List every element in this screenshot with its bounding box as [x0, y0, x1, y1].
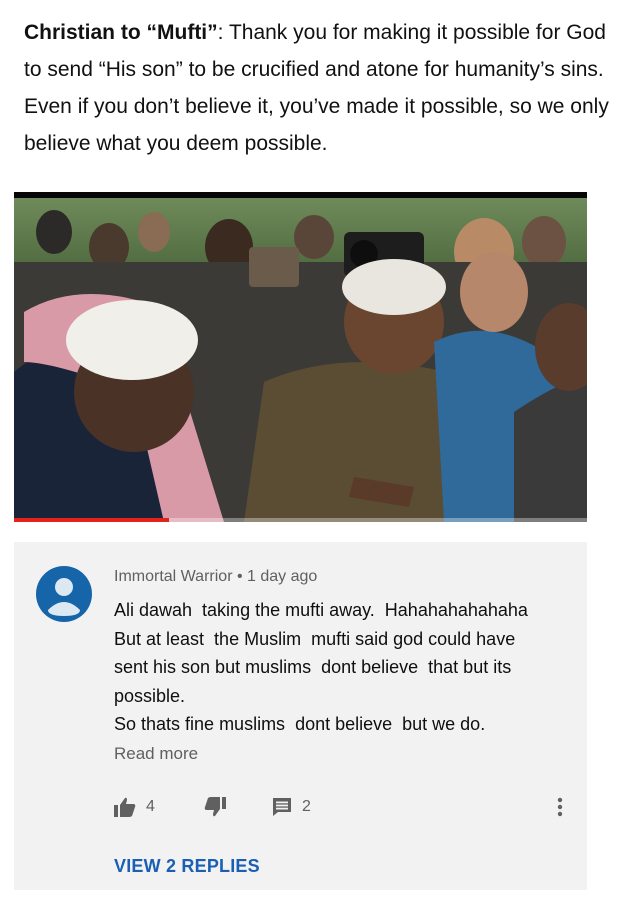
dislike-button[interactable]: [204, 794, 226, 820]
more-vert-icon: [557, 797, 563, 817]
comment-line: Ali dawah taking the mufti away. Hahahah…: [114, 600, 528, 620]
more-options-button[interactable]: [554, 794, 566, 820]
like-button[interactable]: 4: [114, 794, 155, 820]
thumbs-up-icon: [114, 797, 136, 817]
avatar-icon[interactable]: [36, 566, 92, 622]
comment-actions: 4 2: [114, 794, 574, 820]
comment-body: Ali dawah taking the mufti away. Hahahah…: [114, 596, 574, 739]
comment-line: So thats fine muslims dont believe but w…: [114, 714, 486, 734]
comment-line: possible.: [114, 685, 186, 706]
reply-count: 2: [302, 798, 311, 815]
comment-card: Immortal Warrior • 1 day ago Ali dawah t…: [14, 542, 587, 890]
caption-paragraph: Christian to “Mufti”: Thank you for maki…: [24, 14, 620, 162]
comment-line: But at least the Muslim mufti said god c…: [114, 628, 516, 649]
comment-line: sent his son but muslims dont believe th…: [114, 657, 512, 677]
video-frame: [14, 210, 587, 522]
thumbs-down-icon: [204, 797, 226, 817]
read-more-link[interactable]: Read more: [114, 744, 198, 764]
like-count: 4: [146, 798, 155, 815]
caption-speaker: Christian to “Mufti”: [24, 21, 218, 44]
comment-author[interactable]: Immortal Warrior: [114, 568, 233, 585]
reply-icon: [273, 798, 291, 816]
view-replies-button[interactable]: VIEW 2 REPLIES: [114, 856, 260, 877]
comment-meta: Immortal Warrior • 1 day ago: [114, 568, 317, 586]
video-player[interactable]: [14, 192, 587, 522]
comment-time[interactable]: 1 day ago: [247, 568, 317, 585]
progress-fill[interactable]: [14, 518, 169, 522]
meta-separator: •: [236, 568, 243, 585]
reply-button[interactable]: 2: [272, 794, 311, 820]
